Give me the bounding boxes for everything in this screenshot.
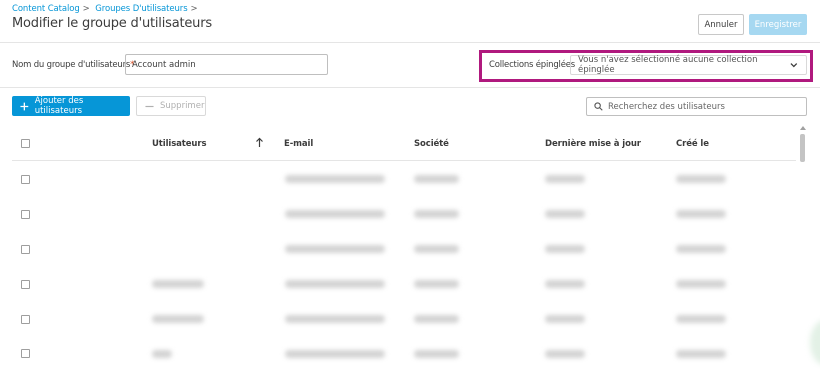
search-placeholder: Recherchez des utilisateurs bbox=[608, 101, 725, 112]
blurred-email bbox=[285, 245, 385, 253]
breadcrumb-separator: > bbox=[190, 4, 198, 14]
scrollbar-thumb[interactable] bbox=[800, 134, 805, 162]
row-checkbox[interactable] bbox=[21, 349, 30, 358]
blurred-created bbox=[676, 350, 726, 358]
blurred-company bbox=[414, 315, 459, 323]
sort-up-arrow-icon[interactable] bbox=[255, 137, 264, 148]
page-title: Modifier le groupe d'utilisateurs bbox=[12, 16, 212, 31]
blurred-user bbox=[152, 350, 172, 358]
row-checkbox[interactable] bbox=[21, 280, 30, 289]
blurred-created bbox=[676, 280, 726, 288]
blurred-email bbox=[285, 175, 385, 183]
blurred-updated bbox=[545, 210, 585, 218]
column-header-company[interactable]: Société bbox=[414, 139, 449, 149]
breadcrumb-item-content-catalog[interactable]: Content Catalog bbox=[12, 4, 80, 14]
column-header-users[interactable]: Utilisateurs bbox=[152, 139, 207, 149]
blurred-updated bbox=[545, 350, 585, 358]
cancel-button[interactable]: Annuler bbox=[698, 14, 744, 35]
add-users-button[interactable]: Ajouter des utilisateurs bbox=[12, 96, 130, 116]
blurred-email bbox=[285, 280, 385, 288]
group-name-label: Nom du groupe d'utilisateurs* bbox=[12, 60, 134, 70]
blurred-updated bbox=[545, 315, 585, 323]
header-divider bbox=[0, 42, 820, 43]
pinned-collections-select[interactable]: Vous n'avez sélectionné aucune collectio… bbox=[570, 55, 807, 75]
search-icon bbox=[594, 102, 603, 111]
blurred-email bbox=[285, 210, 385, 218]
group-name-input[interactable]: Account admin bbox=[125, 54, 328, 75]
plus-icon bbox=[20, 102, 29, 110]
column-header-last-updated[interactable]: Dernière mise à jour bbox=[545, 139, 641, 149]
search-input[interactable]: Recherchez des utilisateurs bbox=[586, 97, 807, 116]
column-header-email[interactable]: E-mail bbox=[284, 139, 313, 149]
blurred-created bbox=[676, 210, 726, 218]
table-scrollbar[interactable] bbox=[799, 126, 807, 371]
row-checkbox[interactable] bbox=[21, 210, 30, 219]
blurred-user bbox=[152, 280, 204, 288]
blurred-company bbox=[414, 245, 459, 253]
row-checkbox[interactable] bbox=[21, 315, 30, 324]
blurred-updated bbox=[545, 245, 585, 253]
row-checkbox[interactable] bbox=[21, 245, 30, 254]
blurred-user bbox=[152, 315, 204, 323]
delete-label: Supprimer bbox=[160, 101, 205, 111]
column-header-created[interactable]: Créé le bbox=[676, 139, 709, 149]
form-divider bbox=[0, 87, 820, 88]
blurred-created bbox=[676, 175, 726, 183]
blurred-email bbox=[285, 315, 385, 323]
blurred-created bbox=[676, 315, 726, 323]
breadcrumb-item-user-groups[interactable]: Groupes D'utilisateurs bbox=[95, 4, 187, 14]
add-users-label: Ajouter des utilisateurs bbox=[34, 96, 84, 116]
save-button[interactable]: Enregistrer bbox=[749, 14, 807, 35]
blurred-created bbox=[676, 245, 726, 253]
breadcrumb: Content Catalog > Groupes D'utilisateurs > bbox=[12, 4, 201, 14]
breadcrumb-separator: > bbox=[82, 4, 90, 14]
delete-button[interactable]: Supprimer bbox=[136, 96, 206, 116]
blurred-company bbox=[414, 175, 459, 183]
decorative-blob bbox=[810, 320, 820, 365]
blurred-company bbox=[414, 350, 459, 358]
group-name-label-text: Nom du groupe d'utilisateurs bbox=[12, 60, 131, 70]
pinned-collections-value: Vous n'avez sélectionné aucune collectio… bbox=[578, 55, 758, 75]
blurred-updated bbox=[545, 280, 585, 288]
scroll-up-arrow-icon[interactable] bbox=[800, 126, 806, 130]
minus-icon bbox=[145, 105, 154, 107]
blurred-company bbox=[414, 210, 459, 218]
blurred-email bbox=[285, 350, 385, 358]
blurred-updated bbox=[545, 175, 585, 183]
blurred-company bbox=[414, 280, 459, 288]
table-header-divider bbox=[12, 160, 796, 161]
pinned-collections-label: Collections épinglées bbox=[489, 60, 575, 70]
row-checkbox[interactable] bbox=[21, 175, 30, 184]
select-all-checkbox[interactable] bbox=[21, 139, 30, 148]
chevron-down-icon bbox=[790, 63, 798, 68]
